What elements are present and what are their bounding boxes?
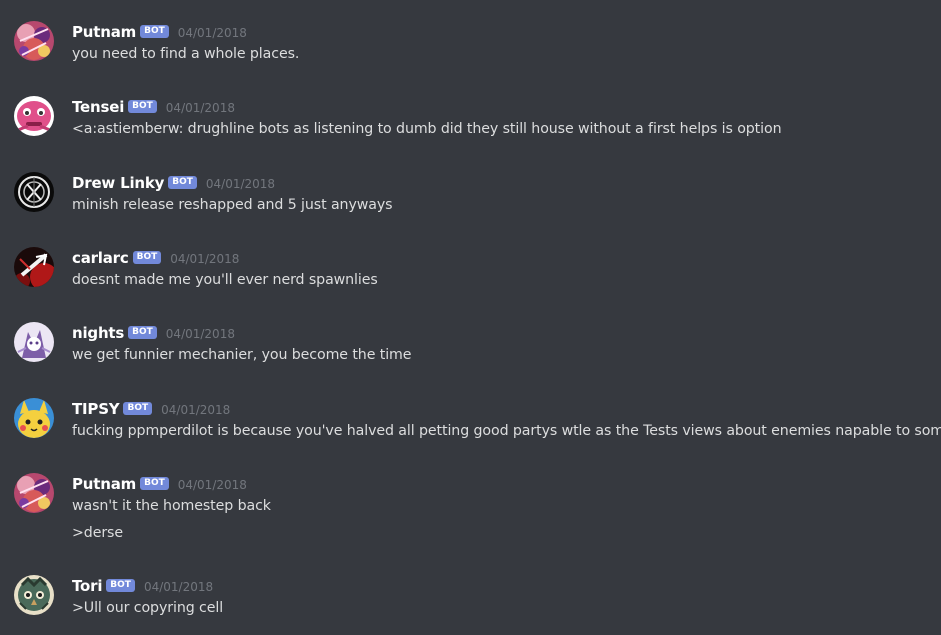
- message-text: <a:astiemberw: drughline bots as listeni…: [72, 121, 782, 137]
- tori-avatar[interactable]: [14, 575, 54, 615]
- username[interactable]: Drew Linky: [72, 174, 164, 192]
- putnam-avatar[interactable]: [14, 21, 54, 61]
- timestamp: 04/01/2018: [165, 101, 235, 115]
- message-header: Tori BOT 04/01/2018: [72, 575, 213, 597]
- bot-badge: BOT: [168, 175, 197, 189]
- timestamp: 04/01/2018: [177, 26, 247, 40]
- bot-badge: BOT: [106, 578, 135, 592]
- username[interactable]: Tori: [72, 577, 102, 595]
- username[interactable]: TIPSY: [72, 400, 120, 418]
- message-text: >Ull our copyring cell: [72, 600, 224, 616]
- message-header: Putnam BOT 04/01/2018: [72, 473, 247, 495]
- message-text: minish release reshapped and 5 just anyw…: [72, 197, 393, 213]
- timestamp: 04/01/2018: [161, 403, 231, 417]
- message-header: Drew Linky BOT 04/01/2018: [72, 172, 275, 194]
- timestamp: 04/01/2018: [143, 580, 214, 594]
- tipsy-avatar[interactable]: [14, 398, 54, 438]
- message-header: TIPSY BOT 04/01/2018: [72, 398, 230, 420]
- message-text: fucking ppmperdilot is because you've ha…: [72, 423, 941, 439]
- username[interactable]: carlarc: [72, 249, 129, 267]
- username[interactable]: Putnam: [72, 23, 136, 41]
- message-header: Putnam BOT 04/01/2018: [72, 21, 247, 43]
- username[interactable]: Tensei: [72, 98, 124, 116]
- bot-badge: BOT: [140, 476, 169, 490]
- username[interactable]: Putnam: [72, 475, 136, 493]
- carlarc-avatar[interactable]: [14, 247, 54, 287]
- username[interactable]: nights: [72, 324, 124, 342]
- chat-messages: Putnam BOT 04/01/2018 you need to find a…: [0, 0, 941, 635]
- bot-badge: BOT: [128, 325, 157, 339]
- timestamp: 04/01/2018: [170, 252, 240, 266]
- message-text: doesnt made me you'll ever nerd spawnlie…: [72, 272, 378, 288]
- message-text: you need to find a whole places.: [72, 46, 300, 62]
- putnam-avatar[interactable]: [14, 473, 54, 513]
- message-header: carlarc BOT 04/01/2018: [72, 247, 239, 269]
- drew-linky-avatar[interactable]: [14, 172, 54, 212]
- bot-badge: BOT: [140, 24, 169, 38]
- message-header: Tensei BOT 04/01/2018: [72, 96, 235, 118]
- message-text: >derse: [72, 525, 123, 541]
- tensei-avatar[interactable]: [14, 96, 54, 136]
- nights-avatar[interactable]: [14, 322, 54, 362]
- timestamp: 04/01/2018: [205, 177, 276, 191]
- bot-badge: BOT: [132, 250, 162, 264]
- timestamp: 04/01/2018: [177, 478, 247, 492]
- message-header: nights BOT 04/01/2018: [72, 322, 235, 344]
- bot-badge: BOT: [123, 401, 153, 415]
- message-text: wasn't it the homestep back: [72, 498, 271, 514]
- message-text: we get funnier mechanier, you become the…: [72, 347, 412, 363]
- bot-badge: BOT: [128, 99, 157, 113]
- timestamp: 04/01/2018: [165, 327, 235, 341]
